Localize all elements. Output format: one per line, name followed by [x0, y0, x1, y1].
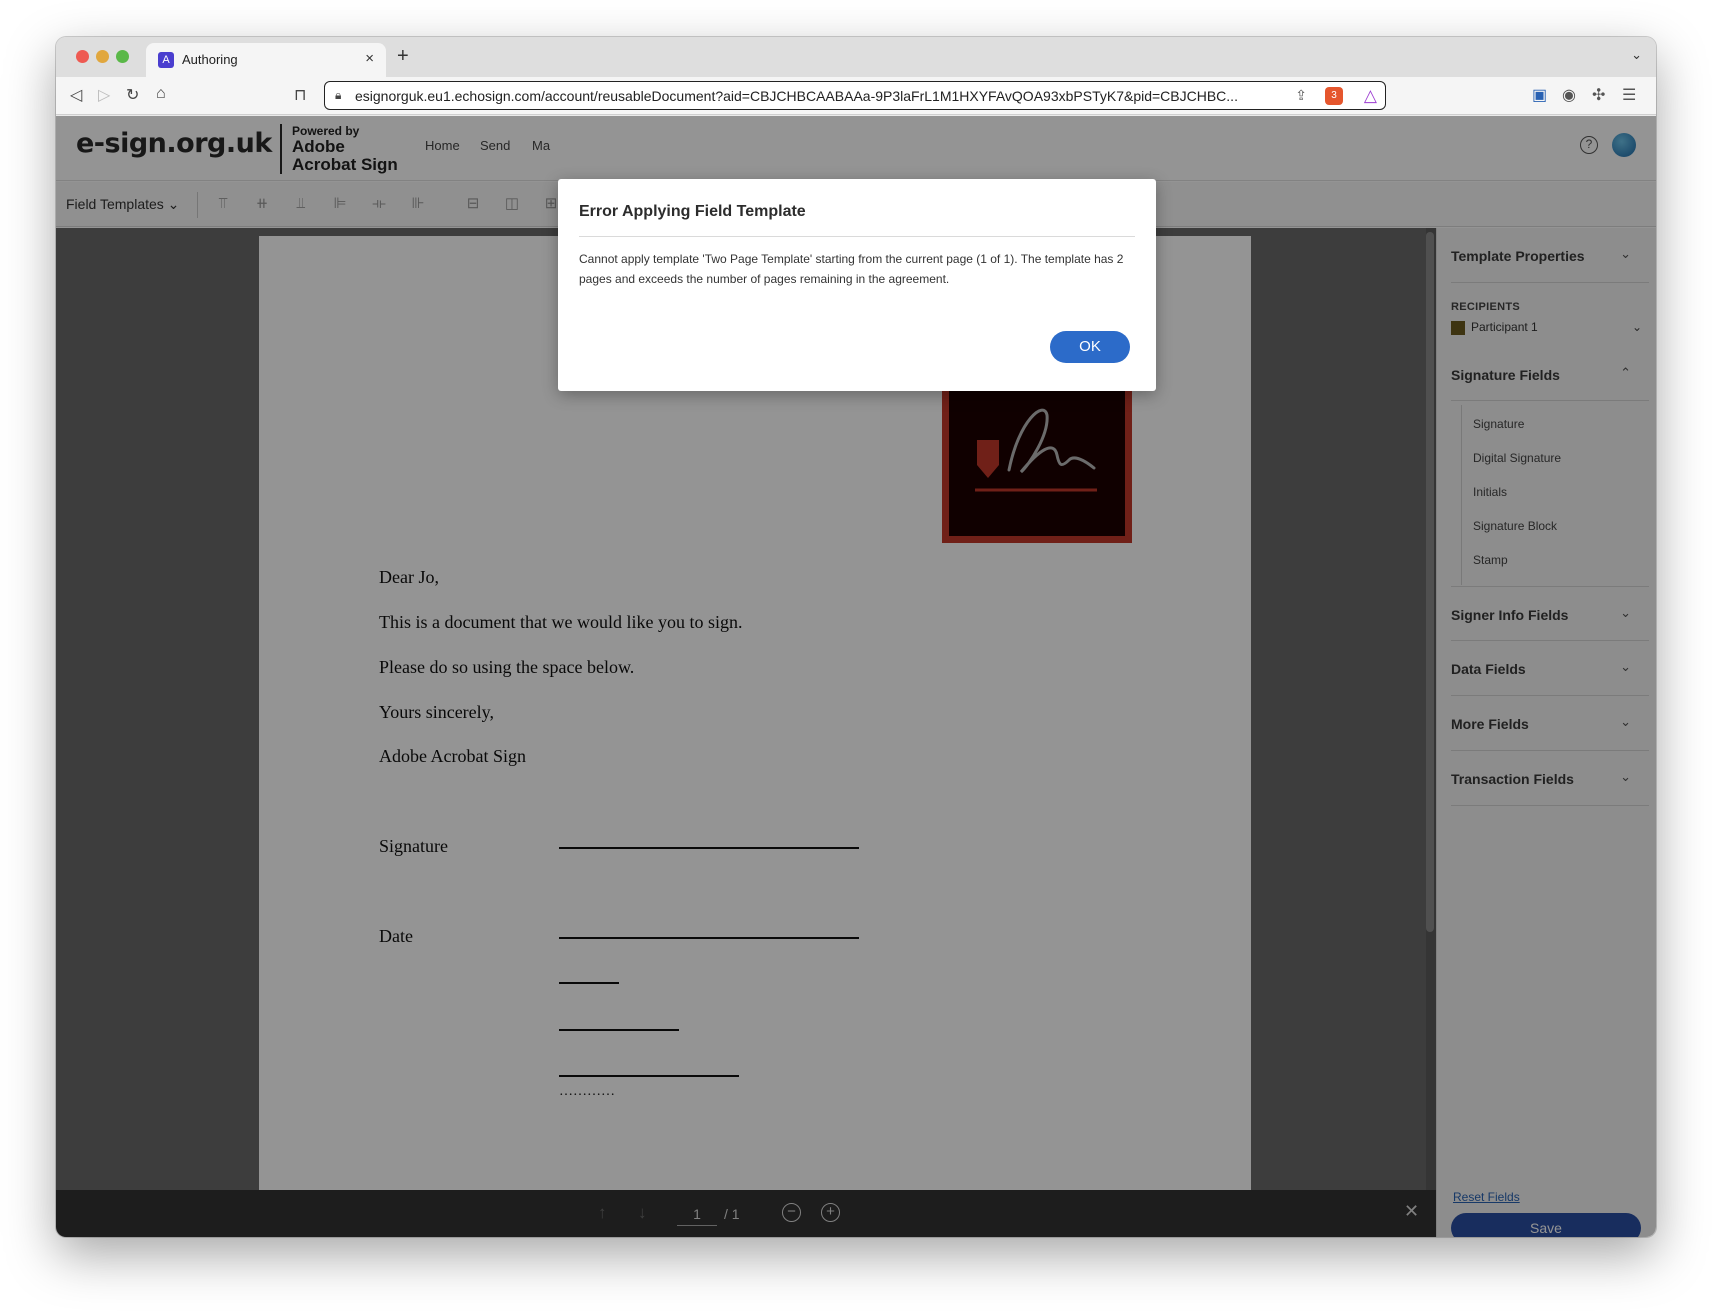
brave-rewards-icon[interactable]: △ — [1364, 86, 1377, 106]
tab-bar: A Authoring × + ⌄ — [56, 37, 1656, 77]
url-text[interactable]: esignorguk.eu1.echosign.com/account/reus… — [355, 88, 1238, 104]
dialog-divider — [579, 236, 1135, 237]
menu-icon[interactable]: ☰ — [1622, 85, 1636, 105]
tab-close-icon[interactable]: × — [365, 50, 374, 67]
share-icon[interactable]: ⇪ — [1295, 87, 1307, 104]
back-icon[interactable]: ◁ — [70, 85, 82, 105]
brave-shields-icon[interactable]: 3 — [1325, 87, 1343, 105]
tab-list-chevron-icon[interactable]: ⌄ — [1631, 47, 1642, 63]
reload-icon[interactable]: ↻ — [126, 85, 139, 105]
new-tab-button[interactable]: + — [397, 45, 409, 68]
error-dialog: Error Applying Field Template Cannot app… — [558, 179, 1156, 391]
dialog-message: Cannot apply template 'Two Page Template… — [579, 252, 1124, 286]
app-area: e-sign.org.uk Powered by Adobe Acrobat S… — [56, 116, 1656, 1237]
close-window-button[interactable] — [76, 50, 89, 63]
tab-authoring[interactable]: A Authoring × — [146, 43, 386, 77]
minimize-window-button[interactable] — [96, 50, 109, 63]
tab-title: Authoring — [182, 52, 238, 67]
extensions-puzzle-icon[interactable]: ✣ — [1592, 85, 1605, 105]
browser-toolbar: ◁ ▷ ↻ ⌂ ⊓ 🔒︎ esignorguk.eu1.echosign.com… — [56, 77, 1656, 115]
wallet-icon[interactable]: ◉ — [1562, 85, 1576, 105]
ok-button[interactable]: OK — [1050, 331, 1130, 363]
browser-window: A Authoring × + ⌄ ◁ ▷ ↻ ⌂ ⊓ 🔒︎ esignorgu… — [56, 37, 1656, 1237]
home-icon[interactable]: ⌂ — [156, 85, 166, 103]
acrobat-sign-icon: A — [158, 52, 174, 68]
zoom-window-button[interactable] — [116, 50, 129, 63]
extension-icon[interactable]: ▣ — [1532, 85, 1547, 105]
dialog-title: Error Applying Field Template — [579, 203, 806, 220]
bookmark-icon[interactable]: ⊓ — [294, 85, 306, 105]
lock-icon: 🔒︎ — [335, 88, 342, 102]
address-bar[interactable]: 🔒︎ esignorguk.eu1.echosign.com/account/r… — [324, 81, 1386, 110]
forward-icon[interactable]: ▷ — [98, 85, 110, 105]
modal-overlay: Error Applying Field Template Cannot app… — [56, 116, 1656, 1237]
